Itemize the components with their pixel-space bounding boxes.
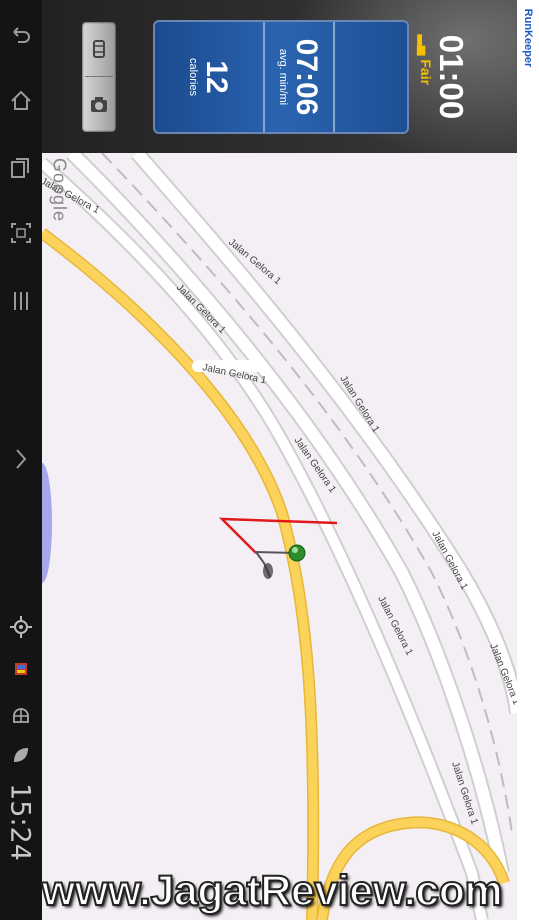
location-accuracy-circle <box>42 463 52 583</box>
system-navigation-bar: 15:24 <box>0 0 42 920</box>
pace-stat: 07:06 avg. min/mi <box>265 22 333 132</box>
screenshot-icon[interactable] <box>6 218 36 248</box>
street-road-3 <box>42 159 487 920</box>
stats-panel: 12 calories 07:06 avg. min/mi <box>153 20 409 134</box>
pace-label: avg. min/mi <box>277 48 289 106</box>
street-road-1 <box>132 153 517 714</box>
camera-icon[interactable] <box>82 78 116 132</box>
activity-timer: 01:00 ▂▄ Fair <box>405 0 480 153</box>
calories-value: 12 <box>200 60 233 94</box>
screen-rotate-icon[interactable] <box>82 22 116 76</box>
menu-icon[interactable] <box>6 286 36 316</box>
notification-app-icon <box>6 654 36 684</box>
recent-apps-icon[interactable] <box>6 153 36 183</box>
leaf-icon <box>6 740 36 770</box>
empty-stat-slot <box>335 22 407 132</box>
status-clock: 15:24 <box>4 783 36 861</box>
watermark: www.JagatReview.com <box>41 866 504 916</box>
runkeeper-logo: RunKeeper <box>522 8 534 67</box>
calories-label: calories <box>187 58 199 96</box>
calories-stat: 12 calories <box>155 22 263 132</box>
elapsed-time: 01:00 <box>432 34 470 119</box>
signal-bars-icon: ▂▄ <box>417 34 434 59</box>
home-icon[interactable] <box>6 86 36 116</box>
expand-arrow-icon[interactable] <box>6 444 36 474</box>
map-view[interactable]: Jalan Gelora 1 Jalan Gelora 1 Jalan Gelo… <box>42 153 517 920</box>
current-location-marker <box>288 544 306 562</box>
camera-tools <box>82 22 116 132</box>
pace-value: 07:06 <box>290 38 323 116</box>
android-icon <box>6 700 36 730</box>
gps-signal-status: ▂▄ Fair <box>417 34 434 85</box>
back-icon[interactable] <box>6 22 36 52</box>
main-road <box>42 229 318 920</box>
google-logo: Google <box>49 157 70 223</box>
right-edge-strip <box>517 0 539 920</box>
gps-icon <box>6 612 36 642</box>
